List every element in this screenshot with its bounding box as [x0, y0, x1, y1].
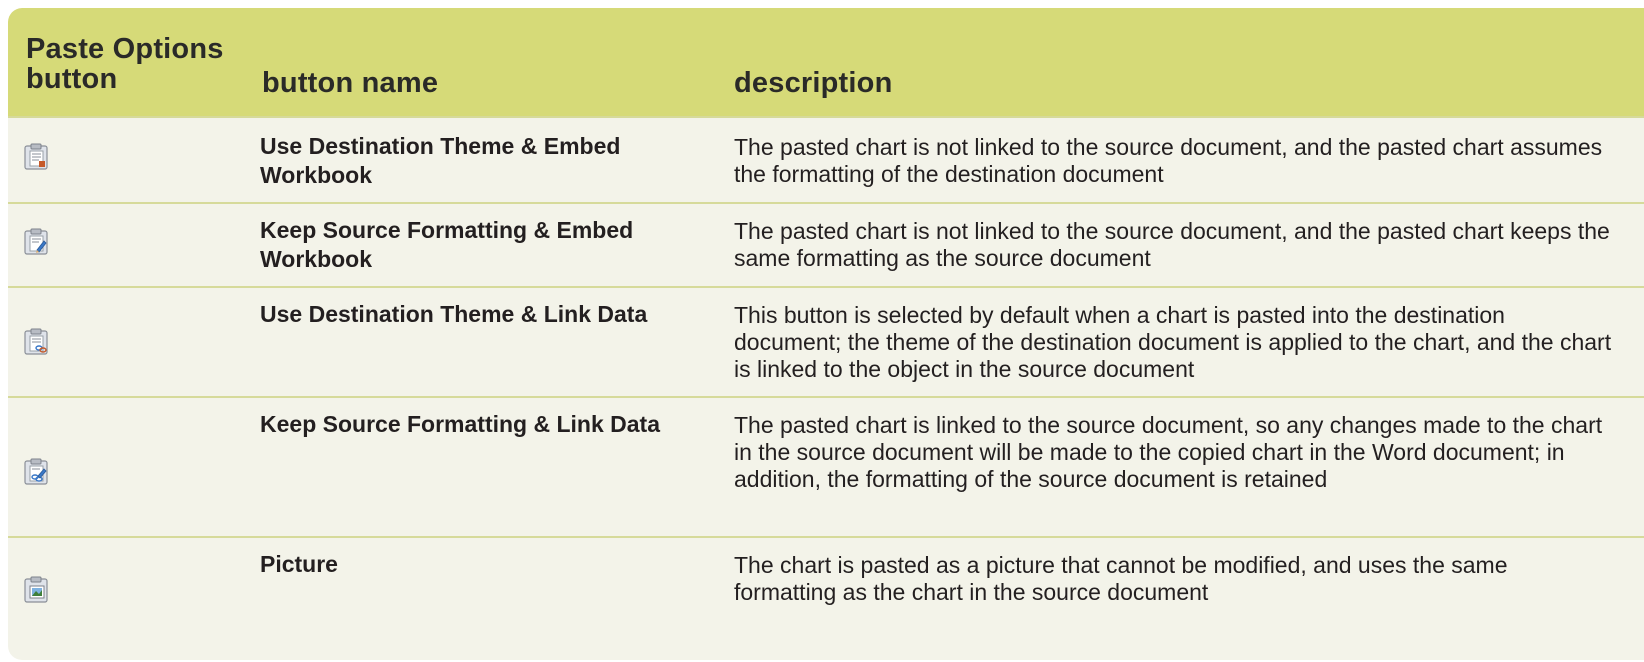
button-name-cell: Keep Source Formatting & Link Data	[260, 411, 661, 437]
table-row: Use Destination Theme & Link Data This b…	[8, 286, 1644, 398]
table-header: Paste Options button button name descrip…	[8, 8, 1644, 116]
table-row: Picture The chart is pasted as a picture…	[8, 536, 1644, 660]
description-cell: The pasted chart is linked to the source…	[734, 412, 1603, 492]
paste-options-table: Paste Options button button name descrip…	[8, 8, 1644, 660]
description-cell: The chart is pasted as a picture that ca…	[734, 552, 1508, 605]
paste-destination-theme-embed-icon	[24, 143, 50, 171]
paste-keep-source-embed-icon	[24, 228, 50, 256]
header-button-name: button name	[262, 67, 439, 99]
description-cell: This button is selected by default when …	[734, 302, 1612, 382]
button-name-cell: Use Destination Theme & Link Data	[260, 301, 648, 327]
table-row: Keep Source Formatting & Link Data The p…	[8, 396, 1644, 538]
description-cell: The pasted chart is not linked to the so…	[734, 134, 1603, 187]
header-paste-options-button: Paste Options button	[26, 33, 224, 95]
header-description: description	[734, 67, 893, 99]
paste-keep-source-link-icon	[24, 458, 50, 486]
button-name-cell: Keep Source Formatting & Embed Workbook	[260, 217, 634, 272]
button-name-cell: Use Destination Theme & Embed Workbook	[260, 133, 621, 188]
description-cell: The pasted chart is not linked to the so…	[734, 218, 1610, 271]
button-name-cell: Picture	[260, 551, 338, 577]
paste-picture-icon	[24, 576, 50, 604]
paste-destination-theme-link-icon	[24, 328, 50, 356]
table-row: Use Destination Theme & Embed Workbook T…	[8, 116, 1644, 204]
table-row: Keep Source Formatting & Embed Workbook …	[8, 202, 1644, 288]
